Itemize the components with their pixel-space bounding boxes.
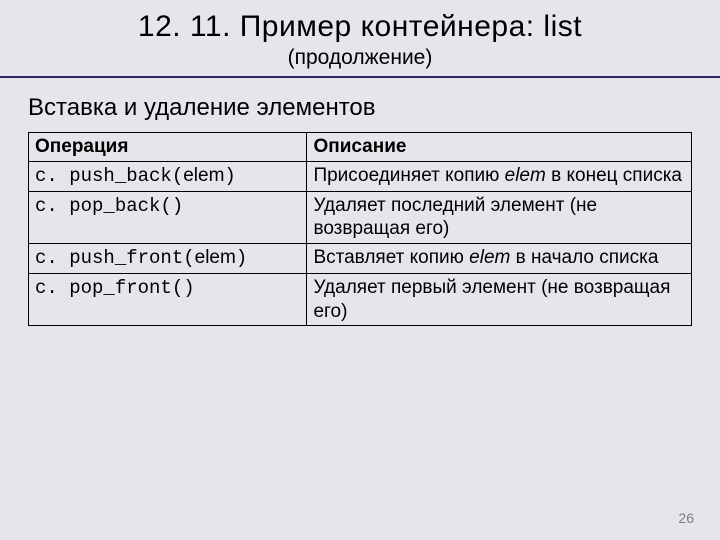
op-code-pre: c. push_back(	[35, 165, 183, 187]
op-param: elem	[183, 165, 224, 186]
cell-description: Присоединяет копию elem в конец списка	[307, 161, 692, 191]
desc-post: в начало списка	[510, 247, 658, 268]
table-header-row: Операция Описание	[29, 133, 692, 162]
slide-title: 12. 11. Пример контейнера: list	[0, 10, 720, 44]
desc-term: elem	[505, 165, 546, 186]
cell-description: Удаляет последний элемент (не возвращая …	[307, 191, 692, 244]
desc-pre: Присоединяет копию	[313, 165, 504, 186]
table-row: c. pop_front() Удаляет первый элемент (н…	[29, 273, 692, 326]
desc-pre: Удаляет последний элемент (не возвращая …	[313, 195, 597, 240]
cell-operation: c. push_back(elem)	[29, 161, 307, 191]
slide-subtitle: (продолжение)	[0, 46, 720, 70]
desc-term: elem	[469, 247, 510, 268]
desc-post: в конец списка	[546, 165, 682, 186]
cell-operation: c. pop_front()	[29, 273, 307, 326]
title-block: 12. 11. Пример контейнера: list (продолж…	[0, 0, 720, 70]
table-row: c. pop_back() Удаляет последний элемент …	[29, 191, 692, 244]
desc-pre: Вставляет копию	[313, 247, 469, 268]
desc-pre: Удаляет первый элемент (не возвращая его…	[313, 277, 670, 322]
table-row: c. push_front(elem) Вставляет копию elem…	[29, 244, 692, 274]
header-description: Описание	[307, 133, 692, 162]
table-row: c. push_back(elem) Присоединяет копию el…	[29, 161, 692, 191]
content-section: Вставка и удаление элементов Операция Оп…	[0, 78, 720, 326]
operations-table: Операция Описание c. push_back(elem) При…	[28, 132, 692, 326]
op-code-pre: c. pop_front()	[35, 277, 195, 299]
op-param: elem	[195, 247, 236, 268]
op-code-pre: c. push_front(	[35, 247, 195, 269]
cell-description: Удаляет первый элемент (не возвращая его…	[307, 273, 692, 326]
cell-operation: c. push_front(elem)	[29, 244, 307, 274]
page-number: 26	[678, 510, 694, 526]
cell-description: Вставляет копию elem в начало списка	[307, 244, 692, 274]
slide: 12. 11. Пример контейнера: list (продолж…	[0, 0, 720, 540]
op-code-pre: c. pop_back()	[35, 195, 183, 217]
cell-operation: c. pop_back()	[29, 191, 307, 244]
section-heading: Вставка и удаление элементов	[28, 94, 692, 122]
header-operation: Операция	[29, 133, 307, 162]
op-code-post: )	[224, 165, 235, 187]
op-code-post: )	[236, 247, 247, 269]
